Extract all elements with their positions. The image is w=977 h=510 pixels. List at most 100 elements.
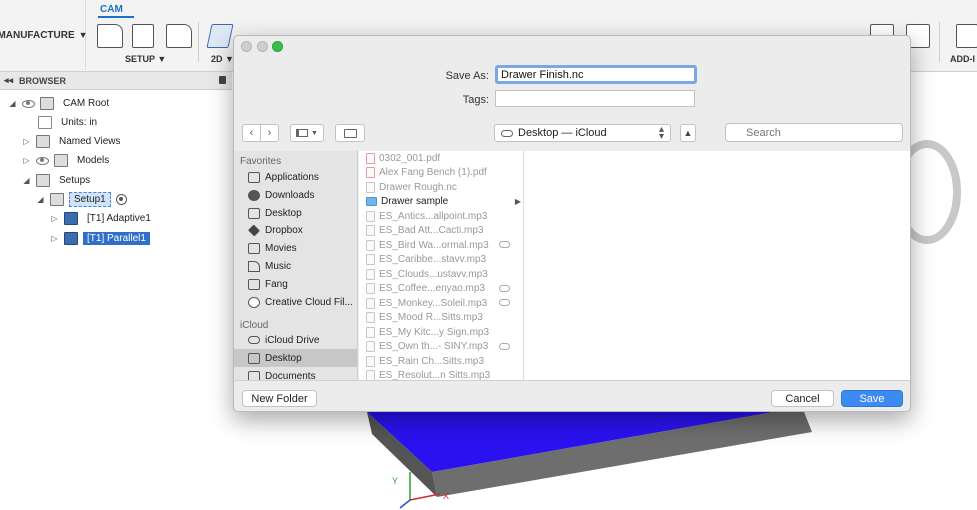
tree-item-label: CAM Root (63, 98, 110, 109)
new-folder-button[interactable]: New Folder (242, 390, 317, 407)
pdf-file-icon (366, 152, 375, 164)
collapsed-triangle-icon[interactable]: ▷ (50, 214, 59, 223)
back-button[interactable]: ‹ (242, 124, 261, 142)
disclosure-arrow-icon: ▶ (514, 197, 521, 207)
expand-triangle-icon[interactable]: ◢ (22, 176, 31, 185)
active-setup-target-icon[interactable] (115, 194, 127, 205)
sidebar-item-documents[interactable]: Documents (234, 367, 357, 380)
expand-triangle-icon[interactable]: ◢ (8, 99, 17, 108)
list-item[interactable]: ES_Bad Att...Cacti.mp3 (359, 224, 523, 239)
tree-item-label: Models (77, 155, 110, 166)
list-item[interactable]: ES_Clouds...ustavv.mp3 (359, 267, 523, 282)
audio-file-icon (366, 326, 375, 338)
sidebar-item-dropbox[interactable]: Dropbox (234, 221, 357, 239)
sidebar-item-downloads[interactable]: Downloads (234, 186, 357, 204)
workspace-switcher-button[interactable]: MANUFACTURE ▼ (0, 0, 88, 70)
list-item-folder[interactable]: Drawer sample ▶ (359, 195, 523, 210)
second-column-pane[interactable] (524, 151, 910, 380)
audio-file-icon (366, 355, 375, 367)
zoom-window-button[interactable] (272, 41, 283, 52)
tree-item-models[interactable]: ▷ Models (22, 152, 113, 169)
close-window-button[interactable] (241, 41, 252, 52)
sidebar-item-applications[interactable]: Applications (234, 168, 357, 186)
toolbar-divider (198, 22, 199, 62)
audio-file-icon (366, 283, 375, 295)
tree-item-units[interactable]: Units: in (24, 114, 101, 131)
sidebar-item-desktop[interactable]: Desktop (234, 204, 357, 222)
list-item[interactable]: 0302_001.pdf (359, 151, 523, 166)
sidebar-item-fang[interactable]: Fang (234, 275, 357, 293)
cloud-download-icon[interactable] (499, 299, 510, 306)
forward-button[interactable]: › (260, 124, 279, 142)
tab-cam[interactable]: CAM (100, 4, 123, 15)
tree-item-adaptive1[interactable]: ▷ [T1] Adaptive1 (50, 210, 155, 227)
audio-file-icon (366, 312, 375, 324)
collapsed-triangle-icon[interactable]: ▷ (22, 156, 31, 165)
tree-item-label: Named Views (59, 136, 121, 147)
tree-item-label: [T1] Adaptive1 (87, 213, 151, 224)
parallel-operation-icon (64, 232, 78, 245)
sidebar-item-movies[interactable]: Movies (234, 239, 357, 257)
tree-item-label: Setup1 (69, 192, 111, 207)
cloud-download-icon[interactable] (499, 284, 510, 292)
list-item[interactable]: ES_Bird Wa...ormal.mp3 (359, 238, 523, 253)
visibility-eye-icon[interactable] (22, 99, 35, 108)
collapse-dialog-button[interactable]: ▲ (680, 124, 696, 142)
2d-strategy-icon[interactable] (206, 24, 234, 48)
named-views-folder-icon (36, 135, 50, 148)
list-item[interactable]: ES_Mood R...Sitts.mp3 (359, 311, 523, 326)
tree-item-setups[interactable]: ◢ Setups (22, 172, 94, 189)
setup-g-icon[interactable] (132, 24, 154, 48)
list-item[interactable]: ES_Resolut...n Sitts.mp3 (359, 369, 523, 380)
list-item[interactable]: ES_My Kitc...y Sign.mp3 (359, 325, 523, 340)
search-input[interactable] (725, 123, 903, 142)
add-in-icon[interactable] (956, 24, 977, 48)
tree-item-cam-root[interactable]: ◢ CAM Root (8, 95, 113, 112)
2d-menu-label[interactable]: 2D ▼ (211, 54, 234, 64)
save-button[interactable]: Save (841, 390, 903, 407)
folder-icon[interactable] (166, 24, 192, 48)
collapsed-triangle-icon[interactable]: ▷ (50, 234, 59, 243)
sidebar-item-icloud-desktop[interactable]: Desktop (234, 349, 357, 367)
list-item[interactable]: Alex Fang Bench (1).pdf (359, 166, 523, 181)
collapse-panel-icon[interactable]: ◂◂ (4, 75, 13, 86)
tree-item-named-views[interactable]: ▷ Named Views (22, 133, 125, 150)
setup-menu-label[interactable]: SETUP ▼ (125, 54, 166, 64)
tags-input[interactable] (495, 90, 695, 107)
audio-file-icon (366, 210, 375, 222)
cloud-download-icon[interactable] (499, 342, 510, 350)
sidebar-item-music[interactable]: Music (234, 257, 357, 275)
panel-options-icon[interactable] (219, 76, 226, 84)
minimize-window-button[interactable] (257, 41, 268, 52)
filename-input[interactable] (495, 65, 697, 84)
units-icon (38, 116, 52, 129)
list-item[interactable]: ES_Antics...allpoint.mp3 (359, 209, 523, 224)
new-folder-icon-button[interactable] (335, 124, 365, 142)
music-icon (248, 260, 260, 272)
view-mode-button[interactable]: ▼ (290, 124, 324, 142)
chevron-right-icon: › (267, 127, 272, 139)
list-item[interactable]: Drawer Rough.nc (359, 180, 523, 195)
collapsed-triangle-icon[interactable]: ▷ (22, 137, 31, 146)
cancel-button[interactable]: Cancel (771, 390, 834, 407)
visibility-eye-icon[interactable] (36, 156, 49, 165)
file-list[interactable]: 0302_001.pdf Alex Fang Bench (1).pdf Dra… (359, 151, 524, 380)
applications-icon (248, 171, 260, 183)
list-item[interactable]: ES_Own th...- SINY.mp3 (359, 340, 523, 355)
sidebar-item-creative-cloud[interactable]: Creative Cloud Fil... (234, 293, 357, 311)
models-folder-icon (54, 154, 68, 167)
list-item[interactable]: ES_Monkey...Soleil.mp3 (359, 296, 523, 311)
tree-item-setup1[interactable]: ◢ Setup1 (36, 191, 127, 208)
location-select[interactable]: Desktop — iCloud ▴ ▾ (494, 124, 671, 142)
dropbox-icon (247, 223, 261, 237)
list-item[interactable]: ES_Rain Ch...Sitts.mp3 (359, 354, 523, 369)
list-item[interactable]: ES_Caribbe...stavv.mp3 (359, 253, 523, 268)
sidebar-item-icloud-drive[interactable]: iCloud Drive (234, 331, 357, 349)
tree-item-parallel1[interactable]: ▷ [T1] Parallel1 (50, 230, 150, 247)
expand-triangle-icon[interactable]: ◢ (36, 195, 45, 204)
list-item[interactable]: ES_Coffee...enyao.mp3 (359, 282, 523, 297)
audio-file-icon (366, 370, 375, 380)
add-ins-menu-label[interactable]: ADD-I (950, 54, 975, 64)
open-folder-icon[interactable] (97, 24, 123, 48)
cloud-download-icon[interactable] (499, 241, 510, 248)
